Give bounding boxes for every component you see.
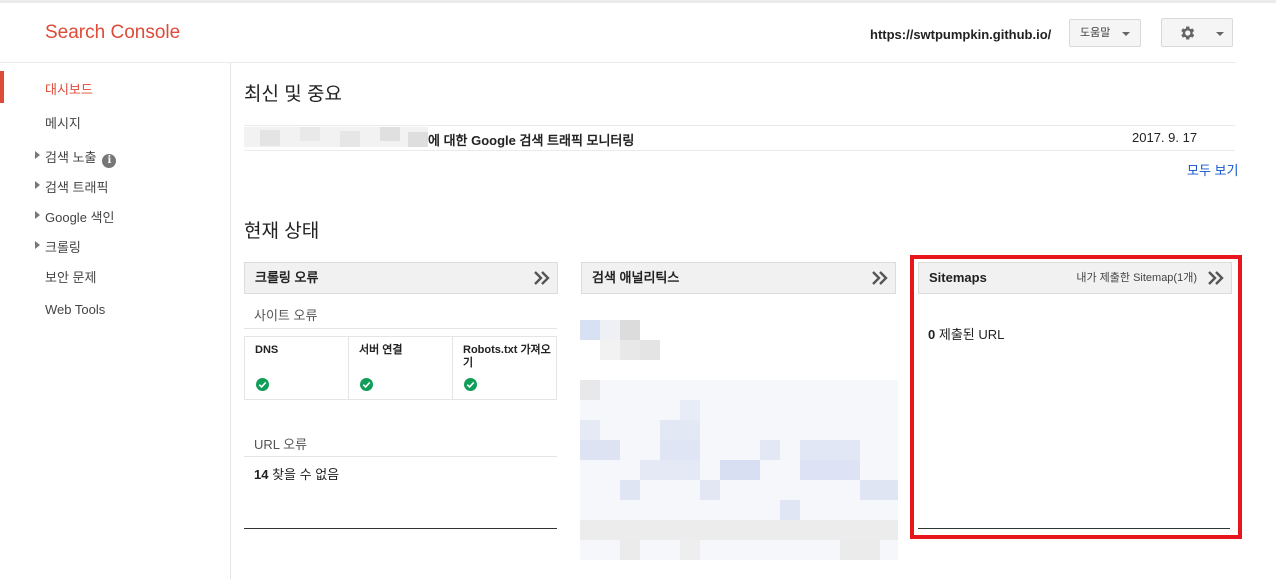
help-button[interactable]: 도움말 bbox=[1069, 19, 1141, 47]
divider bbox=[244, 150, 1235, 151]
sidebar-divider bbox=[230, 63, 231, 579]
sidebar-item-messages[interactable]: 메시지 bbox=[45, 113, 81, 132]
expand-arrow-icon[interactable] bbox=[35, 241, 40, 249]
check-circle-icon bbox=[256, 378, 269, 391]
check-circle-icon bbox=[464, 378, 477, 391]
see-all-link[interactable]: 모두 보기 bbox=[1187, 160, 1238, 179]
dns-cell[interactable]: DNS bbox=[245, 337, 349, 399]
robots-fetch-cell[interactable]: Robots.txt 가져오기 bbox=[453, 337, 556, 399]
info-icon[interactable]: i bbox=[102, 154, 117, 168]
server-connection-label: 서버 연결 bbox=[359, 344, 403, 356]
header-divider bbox=[0, 62, 1236, 63]
sidebar-item-security-issues[interactable]: 보안 문제 bbox=[45, 267, 96, 286]
url-errors-text: 찾을 수 없음 bbox=[272, 467, 340, 482]
help-button-label: 도움말 bbox=[1080, 27, 1111, 39]
sidebar-item-search-traffic[interactable]: 검색 트래픽 bbox=[45, 177, 108, 196]
chevron-down-icon bbox=[1216, 32, 1224, 36]
message-date: 2017. 9. 17 bbox=[1132, 130, 1198, 145]
expand-arrow-icon[interactable] bbox=[35, 211, 40, 219]
check-circle-icon bbox=[360, 378, 373, 391]
chevron-down-icon bbox=[1122, 32, 1130, 36]
message-text[interactable]: 에 대한 Google 검색 트래픽 모니터링 bbox=[428, 130, 634, 149]
top-border bbox=[0, 0, 1276, 3]
status-section-title: 현재 상태 bbox=[244, 221, 320, 242]
site-url[interactable]: https://swtpumpkin.github.io/ bbox=[870, 27, 1051, 42]
sidebar-item-dashboard[interactable]: 대시보드 bbox=[45, 79, 93, 98]
crawl-errors-header[interactable]: 크롤링 오류 bbox=[244, 262, 558, 294]
url-errors-count: 14 bbox=[254, 467, 269, 482]
double-chevron-right-icon[interactable] bbox=[533, 270, 551, 286]
url-errors-label: URL 오류 bbox=[254, 437, 308, 452]
search-analytics-header[interactable]: 검색 애널리틱스 bbox=[581, 262, 896, 294]
app-logo[interactable]: Search Console bbox=[45, 22, 180, 44]
expand-arrow-icon[interactable] bbox=[35, 151, 40, 159]
active-indicator bbox=[0, 71, 4, 103]
divider bbox=[244, 456, 557, 457]
url-errors-row[interactable]: 14 찾을 수 없음 bbox=[254, 464, 339, 483]
divider bbox=[244, 125, 1235, 126]
server-connection-cell[interactable]: 서버 연결 bbox=[349, 337, 453, 399]
crawl-errors-title: 크롤링 오류 bbox=[255, 270, 319, 285]
sidebar-item-search-appearance[interactable]: 검색 노출 i bbox=[45, 147, 117, 168]
sidebar-item-crawl[interactable]: 크롤링 bbox=[45, 237, 81, 256]
site-errors-grid: DNS 서버 연결 Robots.txt 가져오기 bbox=[244, 336, 557, 400]
site-errors-label: 사이트 오류 bbox=[254, 308, 318, 323]
card-bottom-border bbox=[244, 528, 557, 529]
divider bbox=[244, 328, 557, 329]
search-analytics-title: 검색 애널리틱스 bbox=[592, 270, 680, 285]
highlight-box bbox=[910, 255, 1242, 539]
dns-label: DNS bbox=[255, 344, 279, 356]
settings-button[interactable] bbox=[1161, 18, 1233, 47]
sidebar-item-label: 검색 노출 bbox=[45, 150, 97, 165]
gear-icon bbox=[1181, 26, 1195, 40]
sidebar-item-google-index[interactable]: Google 색인 bbox=[45, 207, 114, 226]
expand-arrow-icon[interactable] bbox=[35, 181, 40, 189]
double-chevron-right-icon[interactable] bbox=[871, 270, 889, 286]
recent-section-title: 최신 및 중요 bbox=[244, 84, 342, 105]
sidebar-item-web-tools[interactable]: Web Tools bbox=[45, 302, 105, 317]
robots-fetch-label: Robots.txt 가져오기 bbox=[463, 344, 551, 369]
